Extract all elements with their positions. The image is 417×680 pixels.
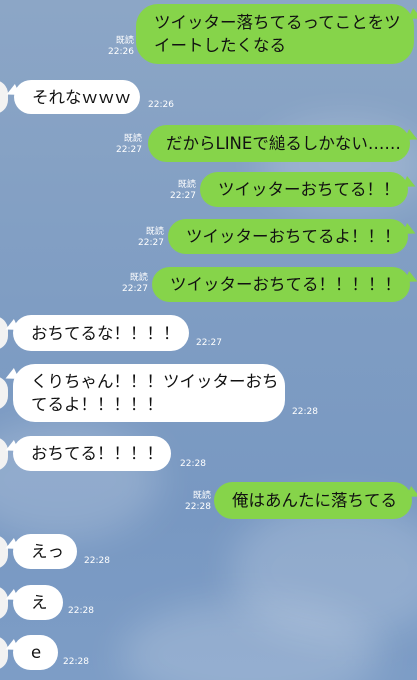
chat-screen[interactable]: ツイッター落ちてるってことをツ イートしたくなる 既読 22:26 それなｗｗｗ 22:2… xyxy=(0,0,417,680)
message-text-line: え xyxy=(31,593,48,612)
message-bubble[interactable]: おちてる！！！！ xyxy=(13,436,171,471)
timestamp: 22:27 xyxy=(196,338,222,348)
read-receipt: 既読 xyxy=(192,491,211,501)
read-receipt: 既読 xyxy=(145,227,164,237)
message-text-line: e xyxy=(31,643,42,662)
message-bubble[interactable]: ツイッターおちてる！！ xyxy=(200,172,408,207)
message-bubble[interactable]: おちてるな！！！！ xyxy=(13,315,189,351)
message-text-line: だからLINEで縋るしかない…… xyxy=(166,134,401,153)
message-text-line: おちてる！！！！ xyxy=(31,444,163,463)
message-meta: 既読 22:27 xyxy=(116,134,142,156)
read-receipt: 既読 xyxy=(177,180,196,190)
message-bubble[interactable]: くりちゃん！！！ツイッターおち てるよ！！！！！ xyxy=(13,364,285,422)
message-text-line: ツイッターおちてる！！ xyxy=(218,180,400,199)
timestamp: 22:26 xyxy=(148,100,174,110)
timestamp: 22:27 xyxy=(122,284,148,294)
timestamp: 22:27 xyxy=(170,191,196,201)
message-bubble[interactable]: だからLINEで縋るしかない…… xyxy=(148,125,410,162)
message-text-line: 俺はあんたに落ちてる xyxy=(232,491,397,510)
message-bubble[interactable]: 俺はあんたに落ちてる xyxy=(214,482,412,519)
timestamp: 22:27 xyxy=(116,145,142,155)
timestamp: 22:28 xyxy=(63,657,89,667)
read-receipt: 既読 xyxy=(115,36,134,46)
message-text-line: くりちゃん！！！ツイッターおち xyxy=(31,372,279,391)
message-text-line: それなｗｗｗ xyxy=(32,87,131,107)
message-text-line: おちてるな！！！！ xyxy=(31,323,180,343)
timestamp: 22:28 xyxy=(292,407,318,417)
message-meta: 22:27 xyxy=(196,338,222,349)
message-meta: 22:28 xyxy=(180,459,206,470)
timestamp: 22:28 xyxy=(68,606,94,616)
timestamp: 22:28 xyxy=(185,502,211,512)
message-meta: 22:28 xyxy=(84,556,110,567)
message-meta: 22:28 xyxy=(68,606,94,617)
message-bubble[interactable]: それなｗｗｗ xyxy=(14,80,140,114)
message-bubble[interactable]: e xyxy=(13,635,58,670)
message-meta: 既読 22:27 xyxy=(122,273,148,295)
message-bubble[interactable]: ツイッターおちてるよ！！！ xyxy=(168,219,408,254)
timestamp: 22:26 xyxy=(108,47,134,57)
message-bubble[interactable]: ツイッター落ちてるってことをツ イートしたくなる xyxy=(136,4,414,64)
message-meta: 既読 22:28 xyxy=(185,491,211,513)
message-meta: 既読 22:26 xyxy=(108,36,134,58)
timestamp: 22:28 xyxy=(180,459,206,469)
message-text-line: ツイッターおちてる！！！！！ xyxy=(170,275,401,294)
read-receipt: 既読 xyxy=(129,273,148,283)
message-text-line: てるよ！！！！！ xyxy=(31,395,163,414)
message-text-line: ツイッター落ちてるってことをツ xyxy=(154,13,401,32)
message-meta: 22:26 xyxy=(148,100,174,111)
message-bubble[interactable]: えっ xyxy=(13,534,77,569)
message-text-line: えっ xyxy=(31,542,64,561)
read-receipt: 既読 xyxy=(123,134,142,144)
message-bubble[interactable]: え xyxy=(13,585,63,620)
message-bubble[interactable]: ツイッターおちてる！！！！！ xyxy=(152,267,410,302)
message-meta: 22:28 xyxy=(63,657,89,668)
message-meta: 既読 22:27 xyxy=(138,227,164,249)
message-text-line: イートしたくなる xyxy=(154,36,286,55)
timestamp: 22:27 xyxy=(138,238,164,248)
timestamp: 22:28 xyxy=(84,556,110,566)
message-meta: 22:28 xyxy=(292,407,318,418)
message-meta: 既読 22:27 xyxy=(170,180,196,202)
message-text-line: ツイッターおちてるよ！！！ xyxy=(186,227,401,246)
